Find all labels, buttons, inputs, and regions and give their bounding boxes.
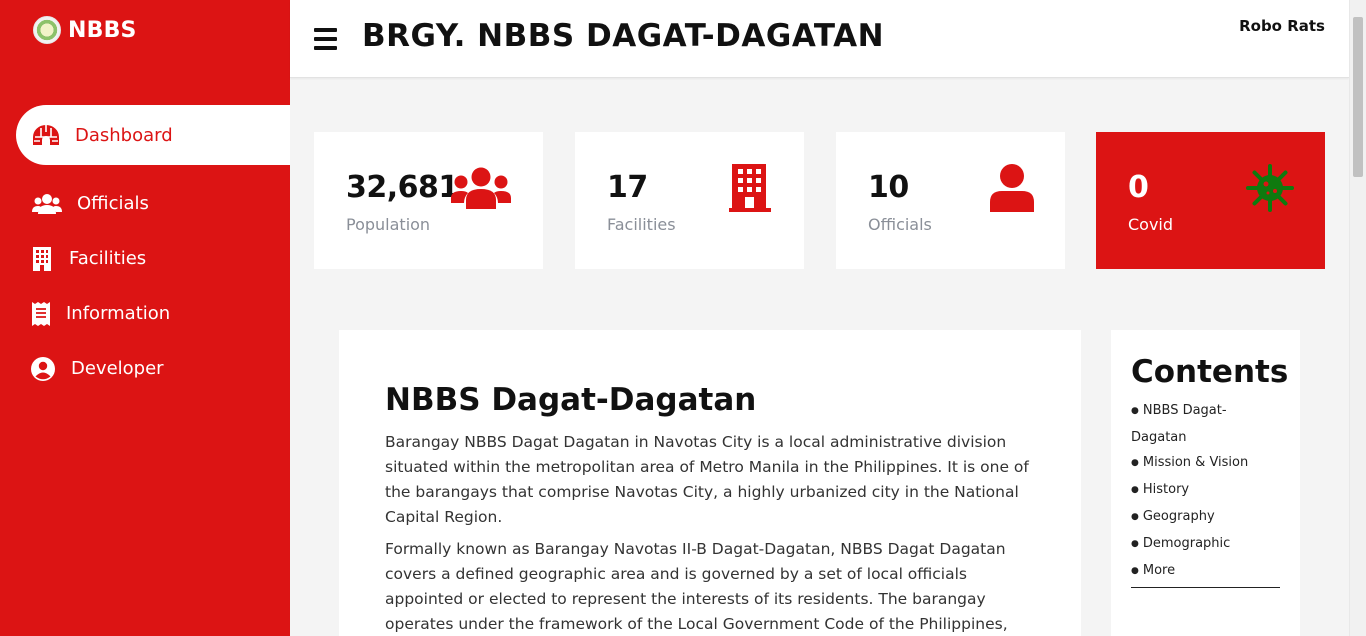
contents-title: Contents <box>1131 354 1289 390</box>
brand[interactable]: NBBS <box>33 16 137 44</box>
stat-card-covid: 0 Covid <box>1096 132 1325 269</box>
stat-card-population: 32,681 Population <box>314 132 543 269</box>
igloo-icon <box>30 122 62 148</box>
sidebar-item-label: Facilities <box>69 248 147 269</box>
sidebar-nav: Dashboard Officials Facilities Informati… <box>0 105 290 396</box>
article-paragraph: Formally known as Barangay Navotas II-B … <box>385 540 1008 633</box>
building-icon <box>729 164 771 216</box>
sidebar: NBBS Dashboard Officials Facilities Info… <box>0 0 290 636</box>
sidebar-item-label: Information <box>66 303 171 324</box>
sidebar-item-developer[interactable]: Developer <box>0 341 290 396</box>
user-icon <box>990 164 1034 216</box>
barangay-logo <box>33 16 61 44</box>
sidebar-item-label: Developer <box>71 358 164 379</box>
sidebar-item-label: Officials <box>77 193 149 214</box>
stat-label: Covid <box>1128 215 1174 234</box>
contents-panel: Contents NBBS Dagat-Dagatan Mission & Vi… <box>1111 330 1300 636</box>
contents-link[interactable]: NBBS Dagat-Dagatan <box>1131 398 1281 450</box>
users-icon <box>451 167 511 213</box>
scrollbar-thumb[interactable] <box>1353 17 1363 177</box>
stat-value: 10 <box>868 170 909 205</box>
contents-link[interactable]: More <box>1131 558 1281 585</box>
contents-link[interactable]: History <box>1131 477 1281 504</box>
users-icon <box>31 191 63 217</box>
sidebar-item-officials[interactable]: Officials <box>0 176 290 231</box>
top-header: BRGY. NBBS DAGAT-DAGATAN Robo Rats <box>290 0 1349 78</box>
stat-value: 0 <box>1128 170 1149 205</box>
user-circle-icon <box>31 356 63 382</box>
stat-value: 32,681 <box>346 170 459 205</box>
page-scrollbar[interactable] <box>1349 0 1366 636</box>
article-card: NBBS Dagat-Dagatan Barangay NBBS Dagat D… <box>339 330 1081 636</box>
stat-card-officials: 10 Officials <box>836 132 1065 269</box>
sidebar-item-dashboard[interactable]: Dashboard <box>16 105 290 165</box>
contents-link[interactable]: Geography <box>1131 504 1281 531</box>
virus-icon <box>1246 164 1294 216</box>
sidebar-item-information[interactable]: Information <box>0 286 290 341</box>
contents-divider <box>1131 587 1280 588</box>
sidebar-item-facilities[interactable]: Facilities <box>0 231 290 286</box>
user-name[interactable]: Robo Rats <box>1239 17 1325 35</box>
stat-value: 17 <box>607 170 648 205</box>
contents-link[interactable]: Demographic <box>1131 531 1281 558</box>
stat-label: Facilities <box>607 215 676 234</box>
contents-list: NBBS Dagat-Dagatan Mission & Vision Hist… <box>1131 398 1281 585</box>
menu-toggle-icon[interactable] <box>314 28 337 50</box>
sidebar-item-label: Dashboard <box>75 124 173 146</box>
page-title: BRGY. NBBS DAGAT-DAGATAN <box>362 18 885 54</box>
stat-label: Population <box>346 215 431 234</box>
brand-name: NBBS <box>68 17 137 43</box>
contents-link[interactable]: Mission & Vision <box>1131 450 1281 477</box>
article-title: NBBS Dagat-Dagatan <box>385 382 757 418</box>
building-icon <box>31 246 63 272</box>
stat-card-facilities: 17 Facilities <box>575 132 804 269</box>
article-paragraph: Barangay NBBS Dagat Dagatan in Navotas C… <box>385 433 1029 526</box>
receipt-icon <box>31 301 63 327</box>
stat-label: Officials <box>868 215 932 234</box>
